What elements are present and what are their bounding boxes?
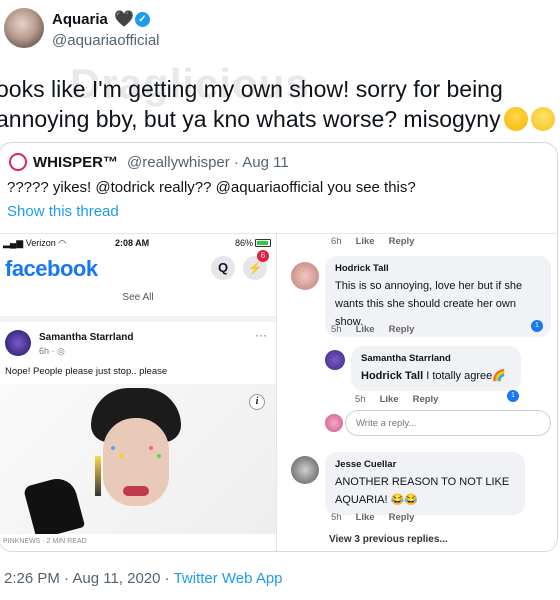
earring-shape — [95, 456, 101, 496]
reply-link: Reply — [388, 512, 415, 523]
tweet-text: ooks like I'm getting my own show! sorry… — [0, 76, 503, 132]
battery-icon — [255, 239, 271, 247]
carrier-label: Verizon — [25, 238, 56, 248]
post-photo: i — [0, 384, 276, 534]
author-handle[interactable]: @aquariaofficial — [52, 32, 160, 49]
more-options-icon: ··· — [255, 328, 267, 342]
like-link: Like — [355, 236, 375, 247]
battery-percent: 86% — [235, 238, 254, 248]
like-link: Like — [379, 394, 399, 405]
reply-link: Reply — [388, 236, 415, 247]
comment-age: 6h — [331, 236, 342, 247]
post-time-text: 6h · — [39, 346, 58, 356]
like-link: Like — [355, 512, 375, 523]
black-heart-icon: 🖤 — [114, 11, 134, 28]
footer-separator: · — [160, 570, 174, 587]
quoted-author-name: WHISPER™ — [33, 154, 119, 171]
reply-link: Reply — [412, 394, 439, 405]
quoted-screenshot-image[interactable]: ▂▄▆ Verizon ◠ 2:08 AM 86% facebook Q ⚡ 6… — [0, 233, 557, 551]
search-icon: Q — [211, 256, 235, 280]
post-author-avatar — [5, 330, 31, 356]
like-reaction-icon: 1 — [507, 390, 519, 402]
comment-text: ANOTHER REASON TO NOT LIKE AQUARIA! 😂😂 — [335, 476, 510, 506]
post-time: 6h · ◎ — [39, 346, 65, 357]
post-text: Nope! People please just stop.. please — [5, 366, 168, 377]
notification-badge: 6 — [257, 250, 269, 262]
comment-meta: 5h Like Reply — [331, 324, 414, 335]
info-icon: i — [249, 394, 265, 410]
tweet-footer: 2:26 PM · Aug 11, 2020 · Twitter Web App — [4, 570, 283, 587]
like-link: Like — [355, 324, 375, 335]
reply-link: Reply — [388, 324, 415, 335]
smiling-face-emoji-icon — [530, 107, 555, 131]
face-gem — [149, 446, 153, 450]
quoted-author-avatar — [9, 153, 27, 171]
quoted-author-handle: @reallywhisper · Aug 11 — [127, 154, 289, 171]
black-glove-shape — [22, 474, 86, 534]
comment-meta: 5h Like Reply — [331, 512, 414, 523]
commenter-avatar — [291, 262, 319, 290]
comment-text: I totally agree🌈 — [423, 370, 506, 382]
face-gem — [111, 446, 115, 450]
tweet-body: ooks like I'm getting my own show! sorry… — [0, 74, 560, 134]
comment-author: Jesse Cuellar — [335, 459, 397, 470]
lips-shape — [123, 486, 149, 496]
comment-text: This is so annoying, love her but if she… — [335, 280, 523, 328]
quoted-text: ????? yikes! @todrick really?? @aquariao… — [7, 179, 416, 196]
comment-author: Samantha Starrland — [361, 353, 451, 364]
author-avatar[interactable] — [4, 8, 44, 48]
comment-age: 5h — [331, 512, 342, 523]
facebook-post-screenshot: ▂▄▆ Verizon ◠ 2:08 AM 86% facebook Q ⚡ 6… — [0, 234, 277, 551]
status-time: 2:08 AM — [115, 238, 150, 248]
quoted-tweet[interactable]: WHISPER™ @reallywhisper · Aug 11 ????? y… — [0, 142, 558, 552]
comment-mention: Hodrick Tall — [361, 370, 424, 382]
reply-avatar — [325, 414, 343, 432]
show-thread-link[interactable]: Show this thread — [7, 203, 119, 220]
face-gem — [157, 454, 161, 458]
section-divider — [0, 316, 276, 322]
see-all-label: See All — [122, 292, 154, 303]
face-gem — [119, 454, 123, 458]
post-author-name: Samantha Starrland — [39, 332, 134, 343]
comment-bubble: Jesse Cuellar ANOTHER REASON TO NOT LIKE… — [325, 452, 525, 515]
comment-bubble: Samantha Starrland Hodrick Tall I totall… — [351, 346, 521, 391]
view-previous-replies: View 3 previous replies... — [329, 534, 448, 545]
globe-icon: ◎ — [57, 346, 65, 356]
source-app-link[interactable]: Twitter Web App — [174, 570, 283, 587]
write-reply-input: Write a reply... — [345, 410, 551, 436]
comment-author: Hodrick Tall — [335, 263, 389, 274]
comment-meta: 6h Like Reply — [331, 236, 414, 247]
like-reaction-icon: 1 — [531, 320, 543, 332]
facebook-comments-screenshot: 6h Like Reply Hodrick Tall This is so anno… — [281, 234, 557, 551]
facebook-logo: facebook — [5, 256, 98, 281]
carrier-status: ▂▄▆ Verizon ◠ — [3, 238, 67, 248]
commenter-avatar — [325, 350, 345, 370]
comment-age: 5h — [355, 394, 366, 405]
link-source-label: PINKNEWS · 2 MIN READ — [3, 538, 87, 545]
tweet-timestamp[interactable]: 2:26 PM · Aug 11, 2020 — [4, 570, 161, 587]
author-name[interactable]: Aquaria — [52, 11, 108, 28]
comment-meta: 5h Like Reply — [355, 394, 438, 405]
heart-eyes-emoji-icon — [503, 107, 528, 131]
commenter-avatar — [291, 456, 319, 484]
comment-age: 5h — [331, 324, 342, 335]
verified-badge-icon: ✓ — [135, 12, 150, 27]
